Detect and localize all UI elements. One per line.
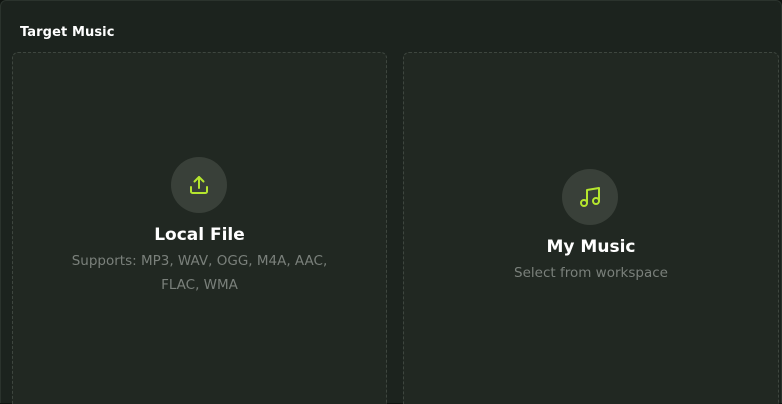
target-music-panel: Target Music Local File Supports: MP3, W… xyxy=(0,0,782,404)
my-music-subtitle: Select from workspace xyxy=(514,265,668,281)
my-music-card[interactable]: My Music Select from workspace xyxy=(403,52,779,404)
supported-formats-line-1: Supports: MP3, WAV, OGG, M4A, AAC, xyxy=(71,253,328,269)
music-note-icon xyxy=(562,169,618,225)
upload-icon xyxy=(171,157,227,213)
local-file-card[interactable]: Local File Supports: MP3, WAV, OGG, M4A,… xyxy=(12,52,387,404)
local-file-title: Local File xyxy=(154,225,245,245)
section-title: Target Music xyxy=(20,25,115,40)
local-file-supported-formats: Supports: MP3, WAV, OGG, M4A, AAC, FLAC,… xyxy=(13,249,386,297)
my-music-title: My Music xyxy=(546,237,636,257)
supported-formats-line-2: FLAC, WMA xyxy=(161,277,238,293)
